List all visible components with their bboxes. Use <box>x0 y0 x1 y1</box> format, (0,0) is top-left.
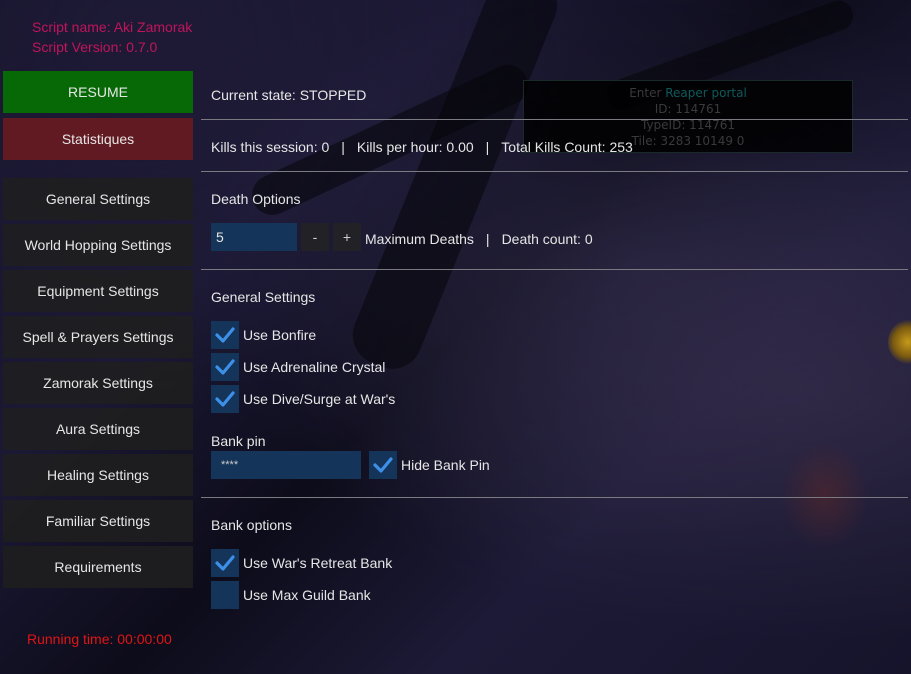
death-count: Death count: 0 <box>501 231 593 247</box>
checkbox-box[interactable] <box>211 321 239 349</box>
sidebar-item-zamorak-settings[interactable]: Zamorak Settings <box>3 362 193 404</box>
script-name: Script name: Aki Zamorak <box>32 19 193 35</box>
use-bonfire-checkbox[interactable]: Use Bonfire <box>211 321 316 349</box>
script-info: Script name: Aki Zamorak Script Version:… <box>32 17 192 57</box>
divider <box>201 269 908 270</box>
running-time: Running time: 00:00:00 <box>27 631 172 647</box>
background-fire <box>888 320 911 364</box>
checkbox-box[interactable] <box>211 581 239 609</box>
use-max-guild-bank-checkbox[interactable]: Use Max Guild Bank <box>211 581 371 609</box>
sidebar-item-spell-prayers-settings[interactable]: Spell & Prayers Settings <box>3 316 193 358</box>
separator: | <box>485 231 490 247</box>
sidebar-item-requirements[interactable]: Requirements <box>3 546 193 588</box>
sidebar-item-equipment-settings[interactable]: Equipment Settings <box>3 270 193 312</box>
separator: | <box>485 139 490 155</box>
bank-pin-label: Bank pin <box>211 433 266 449</box>
resume-button[interactable]: RESUME <box>3 71 193 113</box>
sidebar-item-familiar-settings[interactable]: Familiar Settings <box>3 500 193 542</box>
bank-options-title: Bank options <box>211 517 292 533</box>
statistics-button[interactable]: Statistiques <box>3 118 193 160</box>
checkbox-label: Use Dive/Surge at War's <box>243 391 396 407</box>
checkbox-box[interactable] <box>211 549 239 577</box>
checkmark-icon <box>215 359 235 375</box>
use-wars-retreat-bank-checkbox[interactable]: Use War's Retreat Bank <box>211 549 392 577</box>
total-kills-count: Total Kills Count: 253 <box>501 139 633 155</box>
tooltip-id: ID: 114761 <box>654 102 722 116</box>
sidebar-item-healing-settings[interactable]: Healing Settings <box>3 454 193 496</box>
tooltip-action-line: Enter Reaper portal <box>524 85 852 101</box>
use-dive-surge-checkbox[interactable]: Use Dive/Surge at War's <box>211 385 395 413</box>
background-figure <box>780 440 870 550</box>
checkbox-box[interactable] <box>211 385 239 413</box>
sidebar-item-general-settings[interactable]: General Settings <box>3 178 193 220</box>
checkbox-box[interactable] <box>369 451 397 479</box>
checkmark-icon <box>373 457 393 473</box>
checkbox-label: Use Bonfire <box>243 327 317 343</box>
checkbox-label: Use War's Retreat Bank <box>243 555 393 571</box>
max-deaths-label: Maximum Deaths <box>365 231 474 247</box>
checkmark-icon <box>215 327 235 343</box>
separator: | <box>341 139 345 155</box>
checkmark-icon <box>215 391 235 407</box>
divider <box>201 497 908 498</box>
kill-stats: Kills this session: 0 | Kills per hour: 0.… <box>211 139 633 155</box>
general-settings-title: General Settings <box>211 289 316 305</box>
kills-this-session: Kills this session: 0 <box>211 139 330 155</box>
checkbox-label: Use Max Guild Bank <box>243 587 371 603</box>
tooltip-action: Enter <box>629 86 662 100</box>
use-adrenaline-crystal-checkbox[interactable]: Use Adrenaline Crystal <box>211 353 385 381</box>
max-deaths-input[interactable] <box>211 223 297 251</box>
checkbox-box[interactable] <box>211 353 239 381</box>
sidebar-item-aura-settings[interactable]: Aura Settings <box>3 408 193 450</box>
background-branch <box>343 0 567 378</box>
sidebar-item-world-hopping-settings[interactable]: World Hopping Settings <box>3 224 193 266</box>
current-state: Current state: STOPPED <box>211 87 367 103</box>
divider <box>201 119 908 120</box>
hide-bank-pin-checkbox[interactable]: Hide Bank Pin <box>369 451 490 479</box>
decrement-button[interactable]: - <box>301 223 329 251</box>
kills-per-hour: Kills per hour: 0.00 <box>356 139 474 155</box>
divider <box>201 171 908 172</box>
bank-pin-input[interactable] <box>211 451 361 479</box>
death-info: Maximum Deaths | Death count: 0 <box>365 231 593 247</box>
increment-button[interactable]: + <box>333 223 361 251</box>
death-options-title: Death Options <box>211 191 301 207</box>
checkbox-label: Use Adrenaline Crystal <box>243 359 386 375</box>
checkbox-label: Hide Bank Pin <box>401 457 490 473</box>
script-version: Script Version: 0.7.0 <box>32 39 158 55</box>
tooltip-target: Reaper portal <box>665 86 747 100</box>
checkmark-icon <box>215 555 235 571</box>
